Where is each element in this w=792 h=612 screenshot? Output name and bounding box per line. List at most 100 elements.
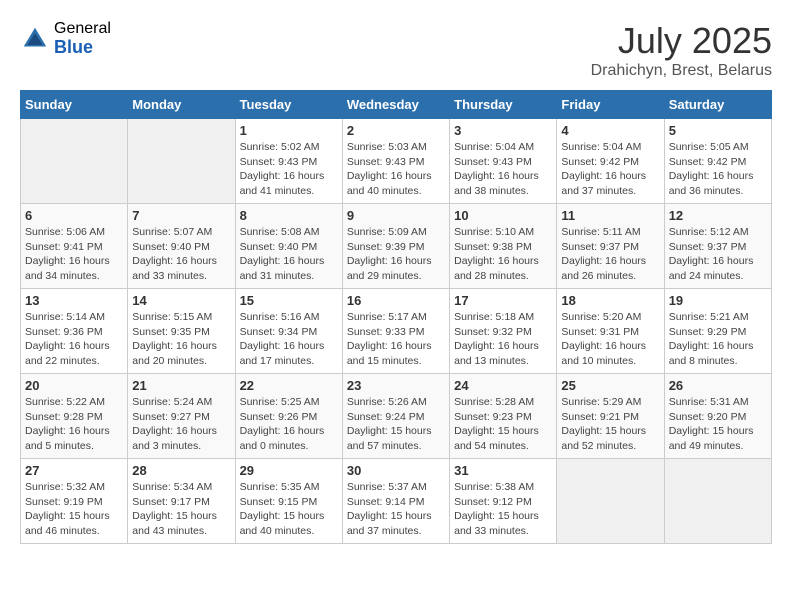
logo-icon	[20, 24, 50, 54]
day-info: Sunrise: 5:05 AM Sunset: 9:42 PM Dayligh…	[669, 140, 767, 199]
calendar-day-cell: 31 Sunrise: 5:38 AM Sunset: 9:12 PM Dayli…	[450, 459, 557, 544]
day-info: Sunrise: 5:12 AM Sunset: 9:37 PM Dayligh…	[669, 225, 767, 284]
day-info: Sunrise: 5:28 AM Sunset: 9:23 PM Dayligh…	[454, 395, 552, 454]
day-number: 5	[669, 123, 767, 138]
day-number: 16	[347, 293, 445, 308]
day-info: Sunrise: 5:37 AM Sunset: 9:14 PM Dayligh…	[347, 480, 445, 539]
calendar-day-cell: 21 Sunrise: 5:24 AM Sunset: 9:27 PM Dayli…	[128, 374, 235, 459]
calendar-week-row: 13 Sunrise: 5:14 AM Sunset: 9:36 PM Dayli…	[21, 289, 772, 374]
day-info: Sunrise: 5:20 AM Sunset: 9:31 PM Dayligh…	[561, 310, 659, 369]
day-number: 27	[25, 463, 123, 478]
calendar-day-cell	[664, 459, 771, 544]
day-of-week-header: Friday	[557, 91, 664, 119]
day-of-week-header: Wednesday	[342, 91, 449, 119]
calendar-day-cell: 10Sunrise: 5:10 AM Sunset: 9:38 PM Dayli…	[450, 204, 557, 289]
calendar-day-cell: 20Sunrise: 5:22 AM Sunset: 9:28 PM Dayli…	[21, 374, 128, 459]
day-info: Sunrise: 5:17 AM Sunset: 9:33 PM Dayligh…	[347, 310, 445, 369]
day-info: Sunrise: 5:11 AM Sunset: 9:37 PM Dayligh…	[561, 225, 659, 284]
calendar-day-cell: 26 Sunrise: 5:31 AM Sunset: 9:20 PM Dayli…	[664, 374, 771, 459]
day-info: Sunrise: 5:10 AM Sunset: 9:38 PM Dayligh…	[454, 225, 552, 284]
calendar-day-cell	[557, 459, 664, 544]
day-number: 21	[132, 378, 230, 393]
day-info: Sunrise: 5:18 AM Sunset: 9:32 PM Dayligh…	[454, 310, 552, 369]
day-of-week-header: Sunday	[21, 91, 128, 119]
day-number: 22	[240, 378, 338, 393]
day-info: Sunrise: 5:34 AM Sunset: 9:17 PM Dayligh…	[132, 480, 230, 539]
day-number: 29	[240, 463, 338, 478]
day-info: Sunrise: 5:38 AM Sunset: 9:12 PM Dayligh…	[454, 480, 552, 539]
day-info: Sunrise: 5:21 AM Sunset: 9:29 PM Dayligh…	[669, 310, 767, 369]
calendar-day-cell: 29 Sunrise: 5:35 AM Sunset: 9:15 PM Dayli…	[235, 459, 342, 544]
calendar-day-cell: 17 Sunrise: 5:18 AM Sunset: 9:32 PM Dayli…	[450, 289, 557, 374]
day-number: 11	[561, 208, 659, 223]
day-info: Sunrise: 5:16 AM Sunset: 9:34 PM Dayligh…	[240, 310, 338, 369]
calendar-day-cell: 4Sunrise: 5:04 AM Sunset: 9:42 PM Daylig…	[557, 119, 664, 204]
day-number: 12	[669, 208, 767, 223]
day-number: 24	[454, 378, 552, 393]
day-info: Sunrise: 5:14 AM Sunset: 9:36 PM Dayligh…	[25, 310, 123, 369]
day-number: 23	[347, 378, 445, 393]
day-number: 30	[347, 463, 445, 478]
day-number: 31	[454, 463, 552, 478]
calendar-day-cell: 23 Sunrise: 5:26 AM Sunset: 9:24 PM Dayli…	[342, 374, 449, 459]
title-section: July 2025 Drahichyn, Brest, Belarus	[591, 20, 772, 80]
day-number: 13	[25, 293, 123, 308]
day-of-week-header: Saturday	[664, 91, 771, 119]
calendar-day-cell: 2Sunrise: 5:03 AM Sunset: 9:43 PM Daylig…	[342, 119, 449, 204]
day-info: Sunrise: 5:35 AM Sunset: 9:15 PM Dayligh…	[240, 480, 338, 539]
day-info: Sunrise: 5:29 AM Sunset: 9:21 PM Dayligh…	[561, 395, 659, 454]
calendar-day-cell	[21, 119, 128, 204]
day-info: Sunrise: 5:02 AM Sunset: 9:43 PM Dayligh…	[240, 140, 338, 199]
day-info: Sunrise: 5:09 AM Sunset: 9:39 PM Dayligh…	[347, 225, 445, 284]
calendar-day-cell: 1 Sunrise: 5:02 AM Sunset: 9:43 PM Daylig…	[235, 119, 342, 204]
day-number: 7	[132, 208, 230, 223]
day-info: Sunrise: 5:15 AM Sunset: 9:35 PM Dayligh…	[132, 310, 230, 369]
day-number: 4	[561, 123, 659, 138]
day-number: 3	[454, 123, 552, 138]
day-number: 2	[347, 123, 445, 138]
calendar-day-cell: 25 Sunrise: 5:29 AM Sunset: 9:21 PM Dayli…	[557, 374, 664, 459]
calendar-day-cell: 22 Sunrise: 5:25 AM Sunset: 9:26 PM Dayli…	[235, 374, 342, 459]
day-info: Sunrise: 5:06 AM Sunset: 9:41 PM Dayligh…	[25, 225, 123, 284]
calendar-day-cell: 30 Sunrise: 5:37 AM Sunset: 9:14 PM Dayli…	[342, 459, 449, 544]
calendar-day-cell: 11 Sunrise: 5:11 AM Sunset: 9:37 PM Dayli…	[557, 204, 664, 289]
calendar-day-cell: 3Sunrise: 5:04 AM Sunset: 9:43 PM Daylig…	[450, 119, 557, 204]
calendar-day-cell: 13 Sunrise: 5:14 AM Sunset: 9:36 PM Dayli…	[21, 289, 128, 374]
day-of-week-header: Monday	[128, 91, 235, 119]
day-info: Sunrise: 5:26 AM Sunset: 9:24 PM Dayligh…	[347, 395, 445, 454]
page-header: General Blue July 2025 Drahichyn, Brest,…	[20, 20, 772, 80]
calendar-day-cell: 12 Sunrise: 5:12 AM Sunset: 9:37 PM Dayli…	[664, 204, 771, 289]
logo-general: General	[54, 20, 111, 38]
calendar-day-cell: 9Sunrise: 5:09 AM Sunset: 9:39 PM Daylig…	[342, 204, 449, 289]
day-number: 14	[132, 293, 230, 308]
calendar-day-cell: 14 Sunrise: 5:15 AM Sunset: 9:35 PM Dayli…	[128, 289, 235, 374]
day-number: 25	[561, 378, 659, 393]
day-info: Sunrise: 5:31 AM Sunset: 9:20 PM Dayligh…	[669, 395, 767, 454]
calendar-table: SundayMondayTuesdayWednesdayThursdayFrid…	[20, 90, 772, 544]
calendar-header-row: SundayMondayTuesdayWednesdayThursdayFrid…	[21, 91, 772, 119]
day-info: Sunrise: 5:08 AM Sunset: 9:40 PM Dayligh…	[240, 225, 338, 284]
day-number: 6	[25, 208, 123, 223]
day-number: 15	[240, 293, 338, 308]
day-of-week-header: Tuesday	[235, 91, 342, 119]
calendar-day-cell: 8 Sunrise: 5:08 AM Sunset: 9:40 PM Daylig…	[235, 204, 342, 289]
day-number: 18	[561, 293, 659, 308]
calendar-day-cell: 19Sunrise: 5:21 AM Sunset: 9:29 PM Dayli…	[664, 289, 771, 374]
month-year: July 2025	[591, 20, 772, 62]
location: Drahichyn, Brest, Belarus	[591, 62, 772, 80]
calendar-day-cell: 5 Sunrise: 5:05 AM Sunset: 9:42 PM Daylig…	[664, 119, 771, 204]
day-info: Sunrise: 5:25 AM Sunset: 9:26 PM Dayligh…	[240, 395, 338, 454]
day-info: Sunrise: 5:32 AM Sunset: 9:19 PM Dayligh…	[25, 480, 123, 539]
calendar-day-cell: 6 Sunrise: 5:06 AM Sunset: 9:41 PM Daylig…	[21, 204, 128, 289]
calendar-day-cell: 28Sunrise: 5:34 AM Sunset: 9:17 PM Dayli…	[128, 459, 235, 544]
day-info: Sunrise: 5:07 AM Sunset: 9:40 PM Dayligh…	[132, 225, 230, 284]
day-number: 17	[454, 293, 552, 308]
day-number: 26	[669, 378, 767, 393]
day-of-week-header: Thursday	[450, 91, 557, 119]
calendar-day-cell: 15 Sunrise: 5:16 AM Sunset: 9:34 PM Dayli…	[235, 289, 342, 374]
calendar-week-row: 6 Sunrise: 5:06 AM Sunset: 9:41 PM Daylig…	[21, 204, 772, 289]
day-number: 1	[240, 123, 338, 138]
calendar-day-cell	[128, 119, 235, 204]
day-number: 8	[240, 208, 338, 223]
day-info: Sunrise: 5:24 AM Sunset: 9:27 PM Dayligh…	[132, 395, 230, 454]
